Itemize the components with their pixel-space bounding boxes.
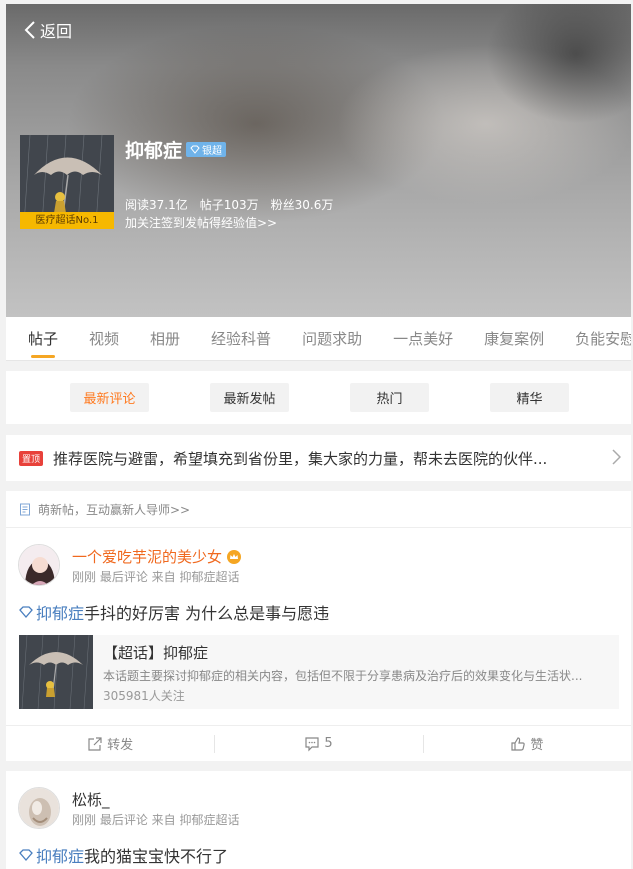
repost-button[interactable]: 转发 bbox=[6, 726, 214, 761]
sort-filters: 最新评论 最新发帖 热门 精华 bbox=[6, 371, 631, 424]
tab-science[interactable]: 经验科普 bbox=[211, 317, 271, 360]
tab-beauty[interactable]: 一点美好 bbox=[393, 317, 453, 360]
topic-link-text: 抑郁症 bbox=[36, 847, 85, 866]
topic-name: 抑郁症 bbox=[125, 140, 183, 162]
newbie-notice[interactable]: 萌新帖，互动赢新人导师>> bbox=[6, 491, 631, 528]
post-username[interactable]: 松栎_ bbox=[72, 789, 110, 810]
feed-post: 一个爱吃芋泥的美少女 刚刚 最后评论 来自 抑郁症超话 抑郁症 手抖的好厉害 为… bbox=[6, 528, 631, 761]
topic-card-followers: 305981人关注 bbox=[103, 689, 185, 703]
level-badge-label: 银超 bbox=[202, 146, 223, 157]
topic-card-desc: 本话题主要探讨抑郁症的相关内容，包括但不限于分享患病及治疗后的效果变化与生活状.… bbox=[103, 669, 583, 683]
stat-reads: 阅读37.1亿 bbox=[125, 198, 188, 212]
avatar[interactable] bbox=[18, 544, 60, 586]
share-icon bbox=[88, 736, 102, 751]
topic-card-title: 【超话】抑郁症 bbox=[103, 644, 209, 662]
topic-link-text: 抑郁症 bbox=[36, 604, 85, 623]
repost-label: 转发 bbox=[107, 738, 134, 753]
user-avatar-image bbox=[19, 788, 59, 828]
stat-fans: 粉丝30.6万 bbox=[270, 198, 334, 212]
feed-post: 松栎_ 刚刚 最后评论 来自 抑郁症超话 抑郁症 我的猫宝宝快不行了 bbox=[6, 771, 631, 869]
back-label: 返回 bbox=[40, 22, 73, 41]
post-body: 我的猫宝宝快不行了 bbox=[84, 847, 229, 866]
topic-header: 返回 医疗超话No.1 抑郁症 银超 阅读37.1亿 帖子103万 粉丝30.6… bbox=[6, 4, 631, 317]
topic-title: 抑郁症 银超 bbox=[125, 136, 227, 163]
topic-card[interactable]: 【超话】抑郁症 本话题主要探讨抑郁症的相关内容，包括但不限于分享患病及治疗后的效… bbox=[19, 634, 619, 710]
post-body: 手抖的好厉害 为什么总是事与愿违 bbox=[84, 604, 330, 623]
diamond-icon bbox=[19, 849, 33, 861]
post-meta: 刚刚 最后评论 来自 抑郁症超话 bbox=[72, 570, 240, 584]
back-button[interactable]: 返回 bbox=[24, 18, 72, 42]
section-tabs: 帖子 视频 相册 经验科普 问题求助 一点美好 康复案例 负能安慰 bbox=[6, 317, 631, 361]
tab-posts[interactable]: 帖子 bbox=[28, 317, 58, 360]
tab-comfort[interactable]: 负能安慰 bbox=[575, 317, 631, 360]
topic-stats: 阅读37.1亿 帖子103万 粉丝30.6万 bbox=[125, 196, 333, 213]
post-text[interactable]: 抑郁症 手抖的好厉害 为什么总是事与愿违 bbox=[18, 600, 329, 624]
post-meta: 刚刚 最后评论 来自 抑郁症超话 bbox=[72, 813, 240, 827]
filter-featured[interactable]: 精华 bbox=[490, 383, 569, 412]
tab-help[interactable]: 问题求助 bbox=[302, 317, 362, 360]
diamond-icon bbox=[190, 145, 200, 154]
filter-hot[interactable]: 热门 bbox=[350, 383, 429, 412]
post-text[interactable]: 抑郁症 我的猫宝宝快不行了 bbox=[18, 843, 228, 867]
follow-hint-link[interactable]: 加关注签到发帖得经验值>> bbox=[125, 214, 277, 231]
like-button[interactable]: 赞 bbox=[422, 726, 631, 761]
topic-cover-image[interactable]: 医疗超话No.1 bbox=[20, 135, 114, 229]
document-icon bbox=[20, 503, 30, 515]
thumbs-up-icon bbox=[511, 736, 526, 751]
like-label: 赞 bbox=[530, 738, 544, 753]
avatar[interactable] bbox=[18, 787, 60, 829]
tab-videos[interactable]: 视频 bbox=[89, 317, 119, 360]
umbrella-rain-image bbox=[19, 634, 93, 710]
topic-rank-badge: 医疗超话No.1 bbox=[20, 212, 114, 229]
user-avatar-image bbox=[19, 545, 59, 585]
topic-link[interactable]: 抑郁症 bbox=[18, 600, 84, 624]
comment-button[interactable]: 5 bbox=[214, 726, 422, 761]
filter-latest-post[interactable]: 最新发帖 bbox=[210, 383, 289, 412]
diamond-icon bbox=[19, 606, 33, 618]
filter-latest-comment[interactable]: 最新评论 bbox=[70, 383, 149, 412]
topic-card-body: 【超话】抑郁症 本话题主要探讨抑郁症的相关内容，包括但不限于分享患病及治疗后的效… bbox=[93, 635, 618, 709]
tab-albums[interactable]: 相册 bbox=[150, 317, 180, 360]
post-actions: 转发 5 赞 bbox=[6, 725, 631, 761]
comment-count: 5 bbox=[324, 736, 333, 751]
chevron-right-icon bbox=[612, 449, 621, 465]
topic-card-image bbox=[19, 634, 93, 710]
pinned-text: 推荐医院与避雷，希望填充到省份里，集大家的力量，帮未去医院的伙伴... bbox=[53, 449, 548, 468]
pinned-tag: 置顶 bbox=[19, 450, 44, 466]
tab-recovery[interactable]: 康复案例 bbox=[484, 317, 544, 360]
crown-icon bbox=[227, 549, 242, 564]
username-text: 松栎_ bbox=[72, 791, 110, 809]
comment-icon bbox=[305, 736, 319, 751]
notice-text: 萌新帖，互动赢新人导师>> bbox=[38, 502, 191, 517]
chevron-left-icon bbox=[24, 21, 35, 39]
topic-link[interactable]: 抑郁症 bbox=[18, 843, 84, 867]
stat-posts: 帖子103万 bbox=[199, 198, 259, 212]
username-text: 一个爱吃芋泥的美少女 bbox=[72, 548, 223, 566]
pinned-post[interactable]: 置顶 推荐医院与避雷，希望填充到省份里，集大家的力量，帮未去医院的伙伴... bbox=[6, 435, 631, 481]
level-badge: 银超 bbox=[186, 142, 227, 157]
post-username[interactable]: 一个爱吃芋泥的美少女 bbox=[72, 546, 242, 567]
